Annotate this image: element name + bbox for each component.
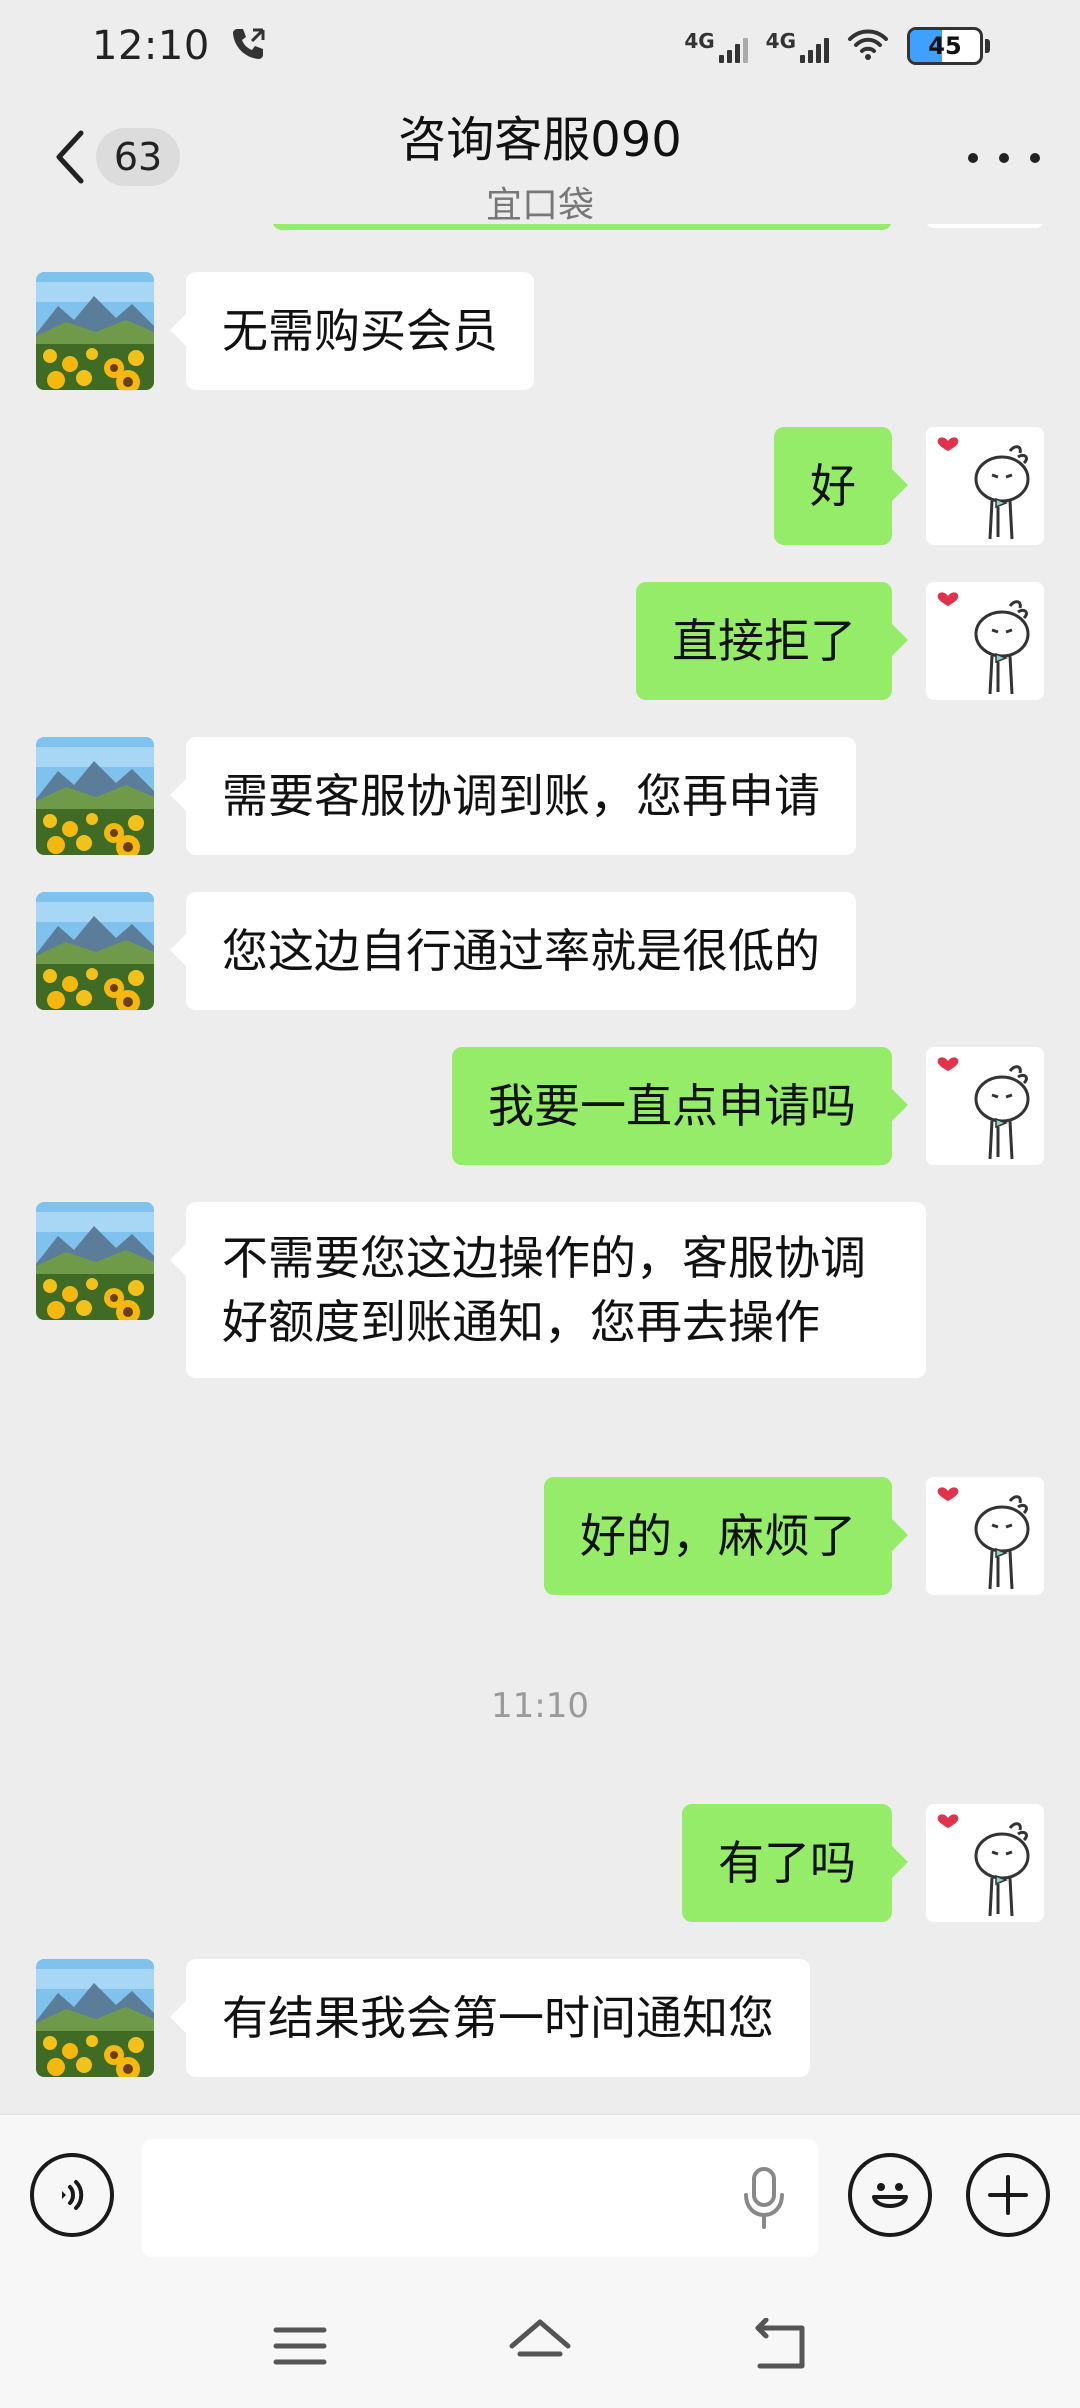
missed-call-icon [228, 24, 268, 68]
status-right: 4G 4G 45 [684, 27, 990, 65]
user-avatar[interactable] [926, 1047, 1044, 1165]
signal-1: 4G [684, 29, 748, 63]
network-label-2: 4G [765, 29, 796, 53]
sunflower-landscape-icon [36, 1202, 154, 1320]
agent-avatar[interactable] [36, 737, 154, 855]
nav-home-button[interactable] [504, 2310, 576, 2382]
message-bubble[interactable]: 需要客服协调到账，您再申请 [170, 737, 856, 855]
network-label-1: 4G [684, 29, 715, 53]
chat-area[interactable]: 无需购买会员 好 直接拒了 需要客服协调到账，您再申请 您这边自行通过率就是很低… [0, 224, 1080, 2114]
signal-2: 4G [766, 29, 829, 63]
unread-count-badge[interactable]: 63 [96, 128, 180, 186]
cartoon-figure-icon [926, 1804, 1044, 1922]
message-bubble[interactable]: 好的，麻烦了 [544, 1477, 908, 1595]
message-bubble[interactable]: 我要一直点申请吗 [452, 1047, 908, 1165]
cartoon-figure-icon [926, 1047, 1044, 1165]
agent-avatar[interactable] [36, 1202, 154, 1320]
user-avatar[interactable] [926, 427, 1044, 545]
voice-input-button[interactable] [30, 2153, 114, 2237]
status-left: 12:10 [92, 23, 268, 69]
signal-bars-icon [800, 37, 829, 63]
back-nav-icon [755, 2318, 805, 2369]
user-avatar[interactable] [926, 1477, 1044, 1595]
message-bubble[interactable]: 有结果我会第一时间通知您 [170, 1959, 810, 2077]
sunflower-landscape-icon [36, 272, 154, 390]
time-divider: 11:10 [491, 1686, 589, 1726]
status-time: 12:10 [92, 23, 210, 69]
previous-outgoing-bubble [272, 224, 892, 230]
mic-icon[interactable] [736, 2165, 792, 2231]
message-bubble[interactable]: 好 [774, 427, 908, 545]
back-button[interactable] [40, 124, 100, 190]
previous-avatar [926, 224, 1044, 228]
emoji-icon [872, 2183, 908, 2208]
agent-avatar[interactable] [36, 272, 154, 390]
nav-back-button[interactable] [744, 2310, 816, 2382]
battery-icon: 45 [907, 27, 983, 65]
more-icon-dot [999, 153, 1009, 163]
sunflower-landscape-icon [36, 892, 154, 1010]
more-functions-button[interactable] [966, 2153, 1050, 2237]
cartoon-figure-icon [926, 427, 1044, 545]
wifi-icon [847, 27, 889, 65]
emoji-button[interactable] [848, 2153, 932, 2237]
chat-title: 咨询客服090 [398, 112, 682, 168]
agent-avatar[interactable] [36, 1959, 154, 2077]
more-icon-dot [968, 153, 978, 163]
plus-icon [988, 2175, 1028, 2215]
nav-menu-button[interactable] [264, 2310, 336, 2382]
message-bubble[interactable]: 无需购买会员 [170, 272, 534, 390]
menu-icon [273, 2327, 327, 2365]
cartoon-figure-icon [926, 1477, 1044, 1595]
user-avatar[interactable] [926, 1804, 1044, 1922]
back-icon [56, 130, 84, 184]
voice-icon [62, 2180, 84, 2210]
message-bubble[interactable]: 有了吗 [682, 1804, 908, 1922]
sunflower-landscape-icon [36, 737, 154, 855]
input-bar [0, 2114, 1080, 2286]
title-wrap: 咨询客服090 宜口袋 [240, 92, 840, 228]
message-bubble[interactable]: 直接拒了 [636, 582, 908, 700]
more-options-button[interactable] [968, 134, 1040, 182]
battery-level: 45 [928, 32, 962, 60]
signal-bars-icon [718, 37, 748, 63]
battery-tip [985, 39, 990, 53]
cartoon-figure-icon [926, 582, 1044, 700]
battery-wrap: 45 [907, 27, 990, 65]
chat-subtitle: 宜口袋 [485, 185, 594, 226]
home-icon [509, 2319, 571, 2357]
more-icon-dot [1030, 153, 1040, 163]
agent-avatar[interactable] [36, 892, 154, 1010]
message-bubble[interactable]: 您这边自行通过率就是很低的 [170, 892, 856, 1010]
system-nav-bar [0, 2286, 1080, 2408]
status-bar: 12:10 4G 4G 45 [0, 0, 1080, 92]
user-avatar[interactable] [926, 582, 1044, 700]
sunflower-landscape-icon [36, 1959, 154, 2077]
message-bubble[interactable]: 不需要您这边操作的，客服协调好额度到账通知，您再去操作 [170, 1202, 926, 1378]
chat-header: 63 咨询客服090 宜口袋 [0, 92, 1080, 226]
message-input[interactable] [142, 2139, 818, 2257]
